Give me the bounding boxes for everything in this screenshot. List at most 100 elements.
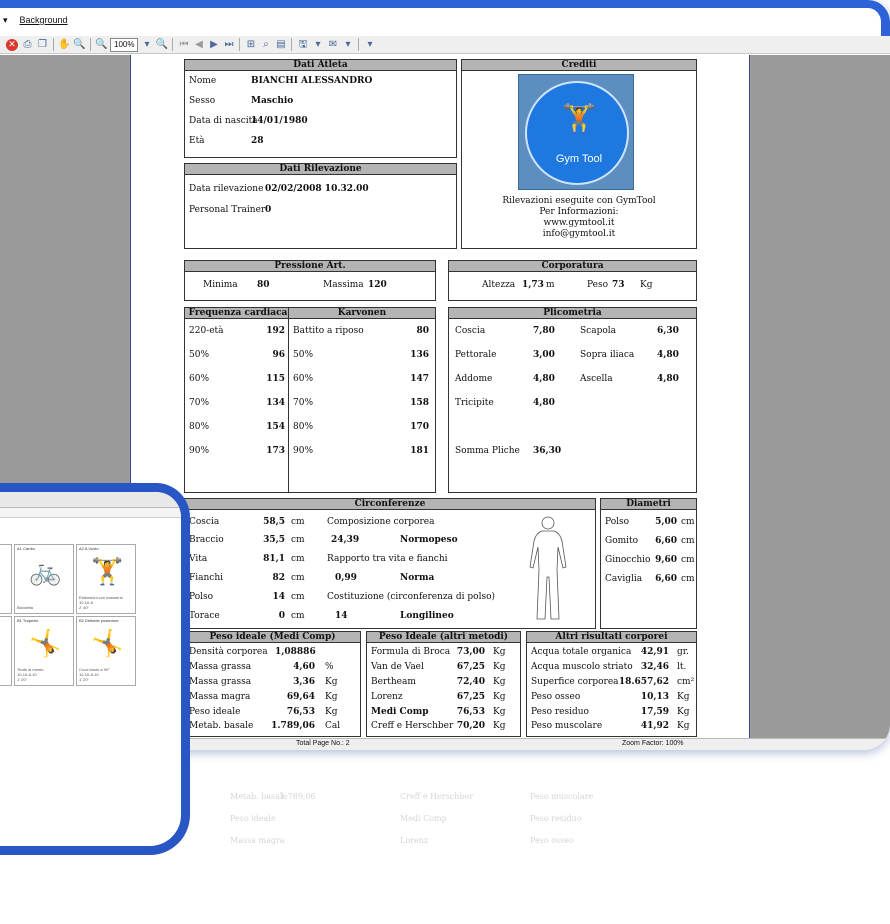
row-label: Ascella [580,374,613,384]
row-value: 136 [410,350,429,360]
row-value: 173 [266,446,285,456]
row-label: Creff e Herschber [371,721,454,731]
row-value: 5,00 [655,517,677,527]
row-value: 134 [266,398,285,408]
save-icon[interactable]: 🖫 [296,38,309,51]
row-value: 18.657,62 [618,677,669,687]
field-label: Minima [203,280,238,290]
last-page-icon[interactable]: ⏭ [222,38,235,51]
section-header: Peso Ideale (altri metodi) [367,632,520,643]
exercise-caption: B2 Deltoide posteriore [79,618,119,623]
field-value: 1,73 [522,280,544,290]
zoom-in-icon[interactable]: 🔍 [73,38,86,51]
barbell-icon: 🏋 [561,102,597,135]
unit-label: Kg [325,677,338,687]
row-label: Braccio [189,535,224,545]
row-label: Massa grassa [189,662,252,672]
window-frame [0,0,890,36]
search-icon[interactable]: ⌕ [259,38,272,51]
unit-label: Kg [493,677,506,687]
zoom-combo[interactable]: 100% [110,37,139,52]
close-icon[interactable]: ✕ [6,38,18,51]
row-value: 6,60 [655,574,677,584]
section-header: Crediti [462,60,696,71]
row-value: 10,13 [640,692,669,702]
reflection-text: Peso muscolare [530,792,594,801]
next-page-icon[interactable]: ▶ [207,38,220,51]
corporatura-box: Corporatura Altezza 1,73 m Peso 73 Kg [448,260,697,301]
row-label: 70% [293,398,314,408]
menu-bar: ▾ Background [0,0,890,36]
row-label: 80% [293,422,314,432]
row-value: 7,80 [533,326,555,336]
zoom-page-icon[interactable]: 🔍 [155,38,168,51]
dropdown-icon[interactable]: ▾ [341,38,354,51]
row-label: 50% [293,350,314,360]
row-value: 81,1 [263,554,285,564]
row-label: Massa grassa [189,677,252,687]
mail-icon[interactable]: ✉ [326,38,339,51]
row-label: Caviglia [605,574,643,584]
exercise-card[interactable]: 🏃 [0,544,12,614]
page-setup-icon[interactable]: ⊞ [244,38,257,51]
prev-page-icon[interactable]: ◀ [192,38,205,51]
dropdown-icon[interactable]: ▾ [140,38,153,51]
dropdown-icon[interactable]: ▾ [363,38,376,51]
toolbar-separator [239,38,241,51]
section-header: Peso ideale (Medi Comp) [185,632,360,643]
dropdown-icon[interactable]: ▾ [311,38,324,51]
unit-label: cm [681,574,695,584]
row-label: Sopra iliaca [580,350,635,360]
first-page-icon[interactable]: ⏮ [177,38,190,51]
section-header: Altri risultati corporei [527,632,696,643]
row-label: Addome [455,374,493,384]
unit-label: Kg [493,721,506,731]
menu-icon[interactable]: ▾ [0,15,11,26]
copy-icon[interactable]: ❐ [36,38,49,51]
zoom-out-icon[interactable]: 🔍 [95,38,108,51]
email-link[interactable]: info@gymtool.it [462,229,696,239]
diametri-box: Diametri Polso 5,00 cm Gomito 6,60 cm Gi… [600,498,697,629]
exercise-desc: Bicicletta [17,605,34,610]
peso-medi-box: Peso ideale (Medi Comp) Densità corporea… [184,631,361,737]
row-label: Pettorale [455,350,497,360]
unit-label: Kg [325,692,338,702]
row-value: 147 [410,374,429,384]
desc-result: Longilineo [400,611,454,621]
crediti-box: Crediti 🏋 Gym Tool Rilevazioni eseguite … [461,59,697,249]
reflection-text: Peso residuo [530,814,582,823]
reflection-text: Metab. basale [230,792,288,801]
unit-label: cm [291,535,305,545]
hand-icon[interactable]: ✋ [58,38,71,51]
row-label: 90% [293,446,314,456]
field-value: Maschio [251,96,294,106]
row-label: 50% [189,350,210,360]
row-value: 35,5 [263,535,285,545]
body-silhouette-icon [529,516,567,620]
exercise-card[interactable]: A1 Cardio 🚲 Bicicletta [14,544,74,614]
row-value: 36,30 [533,446,562,456]
row-value: 170 [410,422,429,432]
website-link[interactable]: www.gymtool.it [462,218,696,228]
exercise-caption: B1 Trapezio [17,618,39,623]
document-icon[interactable]: ▤ [274,38,287,51]
print-icon[interactable]: ⎙ [21,38,34,51]
exercise-card[interactable]: B2 Deltoide posteriore 🤸 Croci busto a 9… [76,616,136,686]
exercise-card[interactable]: 🤸 [0,616,12,686]
row-value: 69,64 [286,692,315,702]
row-label: Massa magra [189,692,251,702]
desc-label: Costituzione (circonferenza di polso) [327,592,495,602]
exercise-card[interactable]: A2 A Vuoto 🏋 Estensioni con manubrio 10-… [76,544,136,614]
exercise-window-titlebar[interactable] [0,492,181,508]
row-value: 41,92 [640,721,669,731]
row-label: Battito a riposo [293,326,364,336]
field-label: Nome [189,76,217,86]
row-label: Lorenz [371,692,403,702]
menu-background[interactable]: Background [17,15,71,26]
credit-line: Rilevazioni eseguite con GymTool [502,196,656,206]
field-value: 73 [612,280,625,290]
row-label: Somma Pliche [455,446,520,456]
reflection-text: Peso osseo [530,836,574,845]
exercise-card[interactable]: B1 Trapezio 🤸 Tirate al mento 10-10-8-10… [14,616,74,686]
pressione-box: Pressione Art. Minima 80 Massima 120 [184,260,436,301]
